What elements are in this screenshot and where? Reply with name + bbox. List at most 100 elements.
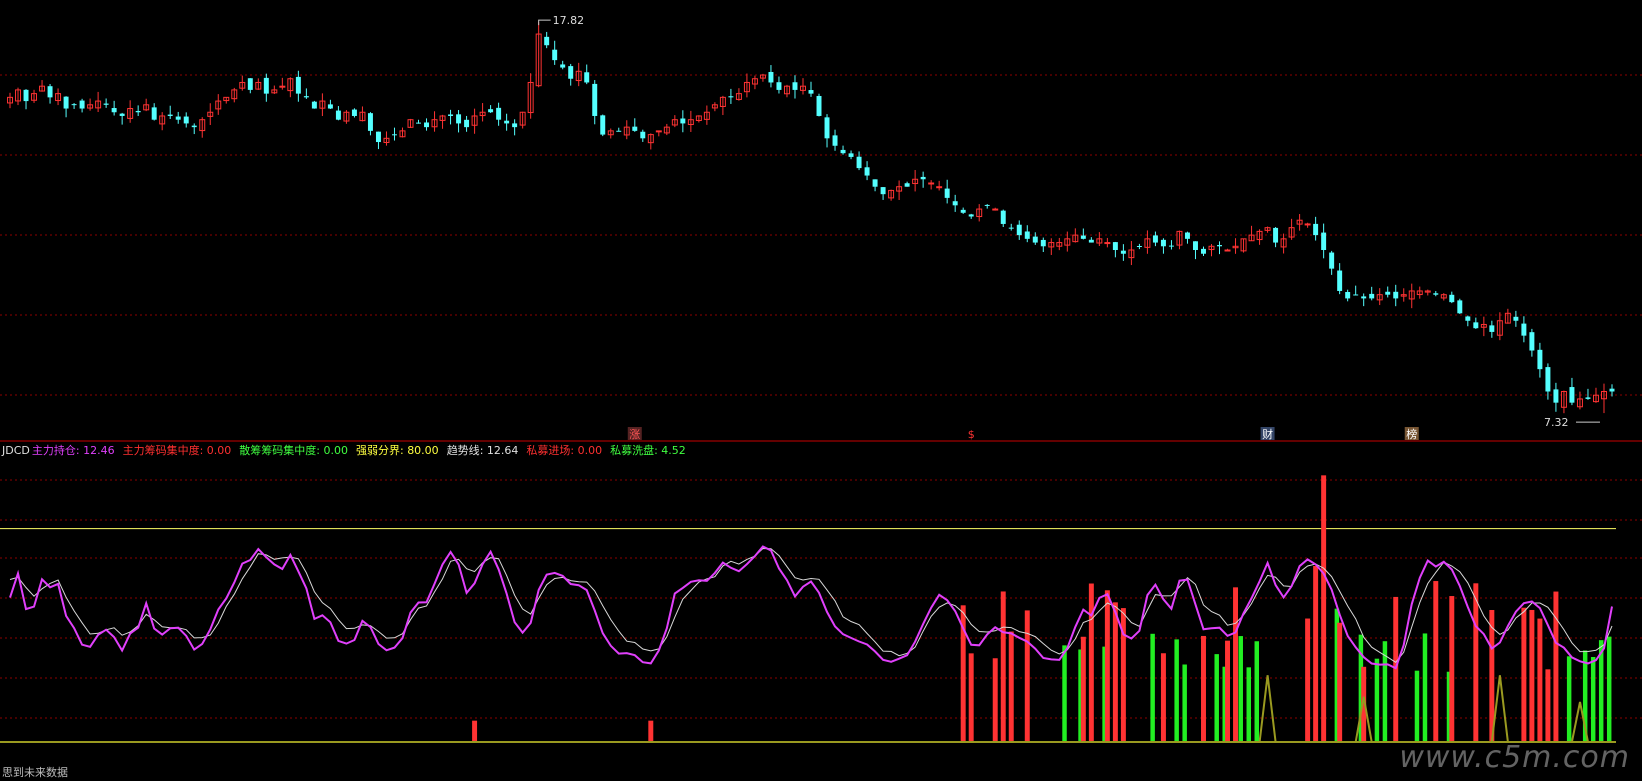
candle-body	[632, 126, 638, 131]
candle-body	[1521, 323, 1527, 336]
candle-body	[952, 201, 958, 206]
legend-item-1: 主力筹码集中度: 0.00	[122, 444, 232, 457]
event-marker-2: 财	[1262, 427, 1273, 441]
candle-body	[1184, 232, 1190, 239]
candle-body	[1032, 236, 1038, 243]
legend-value: 0.00	[577, 444, 603, 457]
holding-bar-green	[1590, 656, 1596, 742]
legend-item-3: 强弱分界: 80.00	[355, 444, 439, 457]
candle-body	[992, 208, 999, 211]
candle-body	[351, 109, 357, 116]
candle-body	[568, 66, 574, 79]
legend-label: 强弱分界	[355, 444, 400, 457]
candle-body	[1337, 270, 1343, 291]
holding-bar-red	[1225, 640, 1231, 742]
candle-body	[63, 96, 69, 109]
holding-bar-green	[1246, 667, 1251, 742]
event-marker-3: 榜	[1406, 427, 1417, 441]
candle-body	[1008, 227, 1014, 229]
candle-body	[600, 115, 606, 135]
candle-body	[824, 117, 830, 139]
candle-body	[592, 83, 598, 116]
legend-item-5: 私募进场: 0.00	[526, 444, 603, 457]
candle-body	[448, 114, 454, 116]
candle-body	[1393, 291, 1399, 299]
holding-bar-red	[1024, 610, 1030, 742]
legend-item-4: 趋势线: 12.64	[446, 444, 519, 457]
candle-body	[247, 78, 253, 90]
candle-body	[175, 116, 181, 120]
candle-body	[1489, 325, 1495, 332]
low-price-label: 7.32	[1544, 416, 1569, 429]
candle-body	[1273, 227, 1279, 243]
candle-body	[424, 122, 430, 128]
data-source-label: 思到未来数据	[2, 766, 68, 779]
holding-bar-green	[1606, 636, 1612, 742]
candle-body	[1112, 242, 1118, 251]
candle-body	[776, 82, 782, 90]
holding-bar-red	[1337, 622, 1343, 742]
candle-body	[680, 118, 686, 124]
candle-body	[119, 113, 125, 116]
candle-body	[1353, 294, 1359, 296]
candle-body	[832, 135, 838, 146]
candle-body	[856, 156, 862, 169]
candle-body	[1529, 332, 1535, 351]
candle-body	[655, 130, 662, 133]
event-marker-0: 涨	[629, 428, 640, 441]
holding-bar-red	[1433, 581, 1439, 742]
holding-bar-red	[1537, 618, 1543, 742]
candle-body	[768, 71, 774, 83]
candle-body	[552, 49, 558, 61]
holding-bar-red	[1449, 596, 1455, 742]
candle-body	[1465, 316, 1471, 321]
candle-body	[464, 119, 470, 128]
holding-bar-red	[1000, 591, 1006, 742]
holding-bar-red	[648, 720, 654, 742]
candle-body	[263, 77, 269, 94]
candle-body	[840, 149, 846, 154]
holding-bar-red	[1305, 618, 1311, 742]
candle-body	[872, 179, 878, 187]
candle-body	[584, 72, 590, 83]
candle-body	[1104, 242, 1111, 245]
candle-body	[1136, 246, 1142, 248]
holding-bar-red	[1521, 607, 1527, 742]
candle-body	[1513, 316, 1519, 321]
main-holding-line	[9, 545, 1613, 670]
high-pointer	[538, 19, 551, 26]
candle-body	[1304, 223, 1311, 226]
candle-body	[151, 107, 157, 120]
legend-item-2: 散筹筹码集中度: 0.00	[239, 444, 348, 457]
candle-body	[1192, 241, 1198, 251]
candle-body	[1585, 397, 1591, 399]
candle-body	[1537, 349, 1543, 370]
candle-body	[1385, 291, 1391, 295]
legend-value: 12.46	[83, 444, 115, 457]
candle-body	[728, 96, 734, 98]
candle-body	[512, 123, 518, 128]
candle-body	[47, 86, 53, 98]
holding-bar-red	[1080, 636, 1086, 742]
indicator-legend: JDCD 主力持仓: 12.46 主力筹码集中度: 0.00 散筹筹码集中度: 0.…	[2, 442, 694, 460]
candle-body	[167, 114, 173, 116]
candle-body	[1160, 239, 1166, 247]
candle-body	[960, 209, 966, 213]
candle-body	[1433, 293, 1439, 295]
holding-bar-red	[1473, 583, 1479, 742]
legend-label: 主力筹码集中度	[122, 444, 200, 457]
candle-body	[496, 107, 502, 120]
candle-body	[880, 187, 886, 195]
candle-body	[135, 110, 141, 113]
candle-body	[1449, 294, 1455, 303]
holding-bar-red	[968, 653, 974, 742]
watermark-text: www.c5m.com	[1399, 740, 1630, 775]
candle-body	[1080, 235, 1086, 239]
candle-body	[1569, 387, 1575, 403]
candle-body	[816, 95, 822, 116]
candle-body	[391, 134, 397, 136]
candle-body	[1088, 239, 1094, 243]
holding-bar-green	[1214, 654, 1219, 742]
legend-value: 12.64	[486, 444, 519, 457]
candle-body	[848, 153, 854, 157]
